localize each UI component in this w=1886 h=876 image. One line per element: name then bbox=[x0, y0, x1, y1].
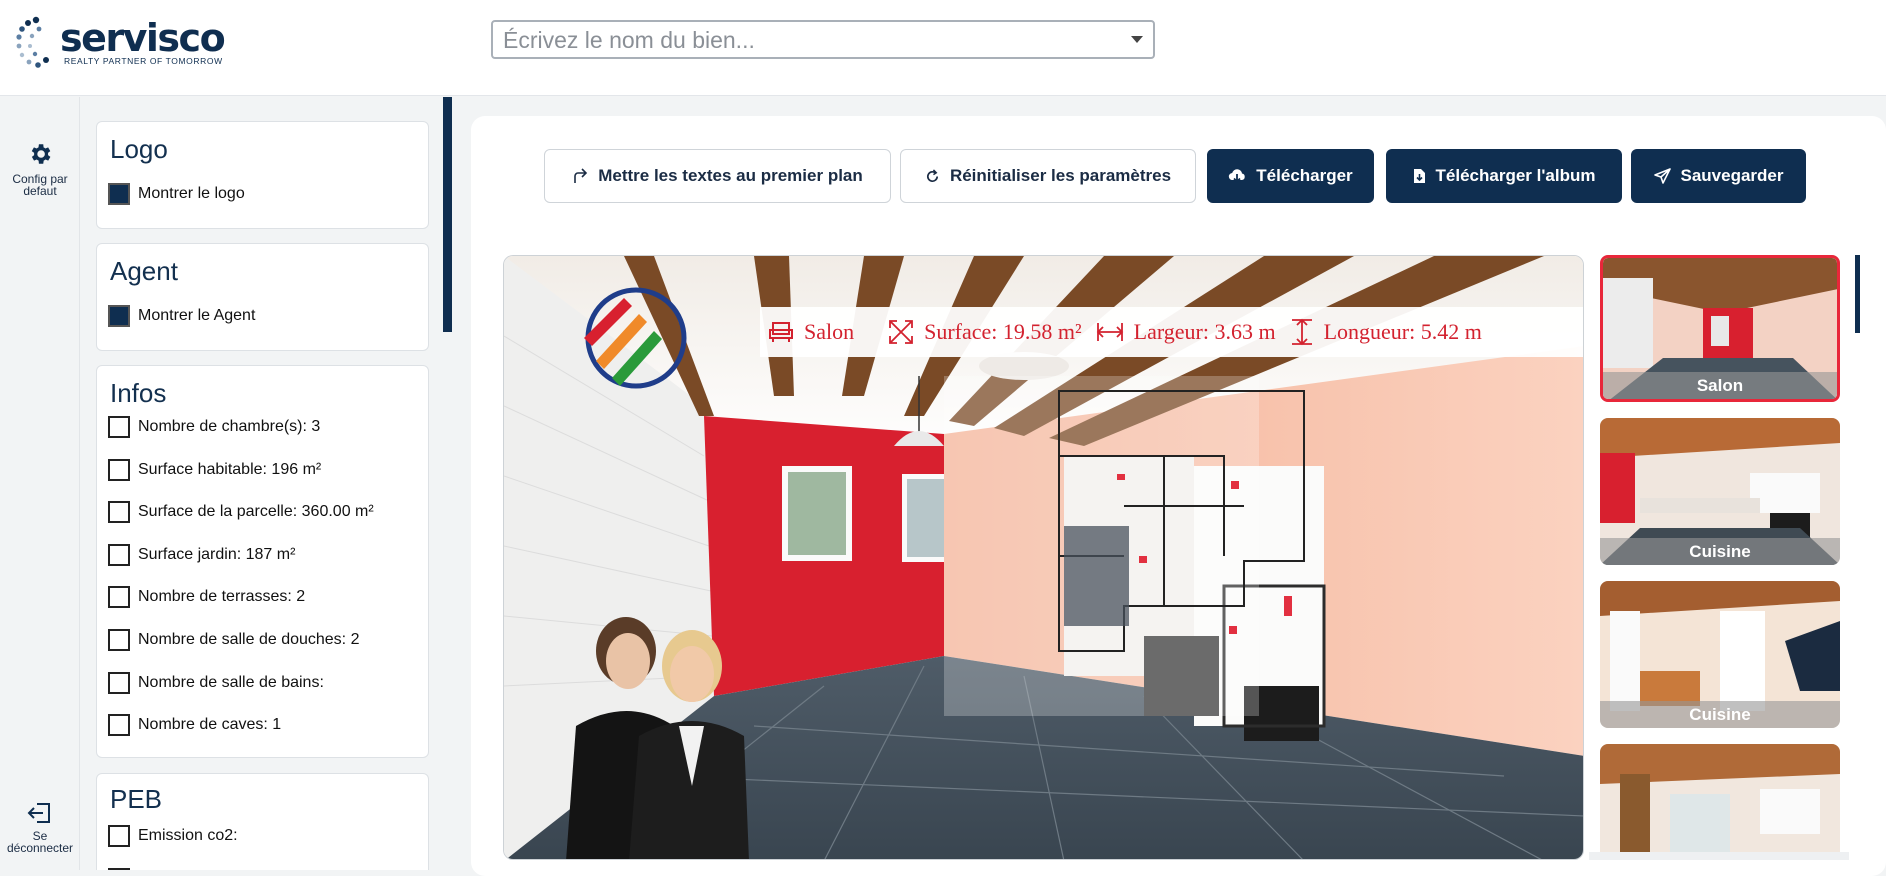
download-button[interactable]: Télécharger bbox=[1207, 149, 1374, 203]
thumbnail-card[interactable]: Cuisine bbox=[1600, 581, 1840, 728]
show-agent-checkbox[interactable] bbox=[108, 305, 130, 327]
forward-arrow-icon bbox=[574, 168, 588, 183]
peb-card-title: PEB bbox=[110, 784, 163, 814]
infos-card: Infos Nombre de chambre(s): 3 Surface ha… bbox=[96, 365, 429, 758]
logout-button[interactable]: Se déconnecter bbox=[0, 802, 80, 854]
info-checkbox[interactable] bbox=[108, 544, 130, 566]
logo-card: Logo Montrer le logo bbox=[96, 121, 429, 229]
settings-scrollbar[interactable] bbox=[443, 97, 452, 332]
logo-card-title: Logo bbox=[110, 134, 168, 164]
save-label: Sauvegarder bbox=[1680, 166, 1784, 185]
peb-item[interactable]: Emission co2: bbox=[108, 824, 238, 848]
thumbnail-card[interactable]: Cuisine bbox=[1600, 418, 1840, 565]
chevron-down-icon[interactable] bbox=[1131, 36, 1143, 43]
thumbnail-scrollbar[interactable] bbox=[1855, 255, 1860, 333]
agent-card: Agent Montrer le Agent bbox=[96, 243, 429, 351]
file-download-icon bbox=[1413, 169, 1425, 183]
send-icon bbox=[1653, 168, 1671, 184]
gear-icon bbox=[31, 144, 51, 164]
info-item[interactable]: Nombre de caves: 1 bbox=[108, 713, 281, 737]
config-default-label: Config par defaut bbox=[12, 172, 68, 198]
info-label: Nombre de salle de douches: 2 bbox=[138, 631, 360, 648]
property-search[interactable] bbox=[491, 20, 1155, 59]
icon-rail: Config par defaut Se déconnecter bbox=[0, 97, 80, 870]
info-label: Nombre de terrasses: 2 bbox=[138, 588, 306, 605]
photo-stage[interactable]: Salon Surface: 19.58 m² Largeur: 3.63 m … bbox=[503, 255, 1584, 860]
room-width-label: Largeur: 3.63 m bbox=[1133, 319, 1276, 344]
info-checkbox[interactable] bbox=[108, 672, 130, 694]
property-search-input[interactable] bbox=[503, 27, 1103, 53]
show-agent-option[interactable]: Montrer le Agent bbox=[108, 304, 255, 328]
thumbnail-card[interactable] bbox=[1600, 744, 1840, 855]
logout-label: Se déconnecter bbox=[6, 829, 74, 855]
peb-label: Emission co2: bbox=[138, 827, 238, 844]
agent-card-title: Agent bbox=[110, 256, 178, 286]
room-length: Longueur: 5.42 m bbox=[1290, 318, 1482, 346]
thumbnail-caption: Cuisine bbox=[1600, 538, 1840, 565]
info-label: Surface de la parcelle: 360.00 m² bbox=[138, 503, 374, 520]
bring-texts-front-label: Mettre les textes au premier plan bbox=[598, 166, 863, 185]
thumbnail-horizontal-scrollbar[interactable] bbox=[1589, 852, 1849, 860]
room-surface-label: Surface: 19.58 m² bbox=[924, 319, 1082, 344]
save-button[interactable]: Sauvegarder bbox=[1631, 149, 1806, 203]
info-label: Surface jardin: 187 m² bbox=[138, 546, 296, 563]
download-album-button[interactable]: Télécharger l'album bbox=[1386, 149, 1622, 203]
armchair-icon bbox=[769, 322, 793, 342]
reset-settings-label: Réinitialiser les paramètres bbox=[949, 166, 1172, 185]
info-item[interactable]: Surface de la parcelle: 360.00 m² bbox=[108, 500, 374, 524]
refresh-icon bbox=[926, 168, 938, 182]
peb-checkbox[interactable] bbox=[108, 825, 130, 847]
room-name: Salon bbox=[768, 319, 854, 345]
download-label: Télécharger bbox=[1256, 166, 1353, 185]
room-info-overlay[interactable]: Salon Surface: 19.58 m² Largeur: 3.63 m … bbox=[760, 307, 1583, 357]
expand-arrows-icon bbox=[889, 320, 914, 344]
download-album-label: Télécharger l'album bbox=[1435, 166, 1596, 185]
info-checkbox[interactable] bbox=[108, 714, 130, 736]
show-logo-option[interactable]: Montrer le logo bbox=[108, 182, 245, 206]
room-surface: Surface: 19.58 m² bbox=[888, 319, 1082, 345]
editor-panel: Mettre les textes au premier plan Réinit… bbox=[471, 116, 1886, 876]
room-width: Largeur: 3.63 m bbox=[1096, 319, 1276, 345]
show-logo-checkbox[interactable] bbox=[108, 183, 130, 205]
peb-card: PEB Emission co2: bbox=[96, 773, 429, 870]
bring-texts-front-button[interactable]: Mettre les textes au premier plan bbox=[544, 149, 891, 203]
info-label: Nombre de chambre(s): 3 bbox=[138, 418, 321, 435]
thumbnail-strip: Salon Cuisine Cuisine bbox=[1600, 255, 1840, 855]
info-checkbox[interactable] bbox=[108, 501, 130, 523]
top-header: servisco REALTY PARTNER OF TOMORROW bbox=[0, 0, 1886, 96]
info-item[interactable]: Surface habitable: 196 m² bbox=[108, 458, 321, 482]
config-default-button[interactable]: Config par defaut bbox=[0, 141, 80, 197]
thumbnail-caption: Salon bbox=[1603, 372, 1837, 399]
info-label: Nombre de salle de bains: bbox=[138, 674, 324, 691]
info-item[interactable]: Nombre de salle de bains: bbox=[108, 671, 324, 695]
settings-column: Logo Montrer le logo Agent Montrer le Ag… bbox=[81, 97, 443, 870]
show-logo-label: Montrer le logo bbox=[138, 185, 245, 202]
info-checkbox[interactable] bbox=[108, 459, 130, 481]
show-agent-label: Montrer le Agent bbox=[138, 307, 256, 324]
info-checkbox[interactable] bbox=[108, 629, 130, 651]
reset-settings-button[interactable]: Réinitialiser les paramètres bbox=[900, 149, 1196, 203]
logout-icon bbox=[27, 803, 50, 823]
infos-card-title: Infos bbox=[110, 378, 167, 408]
info-item[interactable]: Nombre de salle de douches: 2 bbox=[108, 628, 359, 652]
brand-name: servisco bbox=[60, 16, 226, 60]
info-item[interactable]: Nombre de terrasses: 2 bbox=[108, 585, 305, 609]
thumbnail-caption: Cuisine bbox=[1600, 701, 1840, 728]
servisco-logo[interactable]: servisco REALTY PARTNER OF TOMORROW bbox=[16, 16, 226, 70]
cloud-download-icon bbox=[1229, 169, 1246, 183]
horizontal-measure-icon bbox=[1096, 323, 1123, 341]
info-item[interactable]: Nombre de chambre(s): 3 bbox=[108, 415, 320, 439]
vertical-measure-icon bbox=[1291, 318, 1312, 346]
info-label: Surface habitable: 196 m² bbox=[138, 461, 322, 478]
brand-tagline: REALTY PARTNER OF TOMORROW bbox=[64, 56, 223, 66]
info-checkbox[interactable] bbox=[108, 416, 130, 438]
room-name-label: Salon bbox=[804, 319, 855, 344]
info-item[interactable]: Surface jardin: 187 m² bbox=[108, 543, 295, 567]
info-label: Nombre de caves: 1 bbox=[138, 716, 282, 733]
info-checkbox[interactable] bbox=[108, 586, 130, 608]
room-length-label: Longueur: 5.42 m bbox=[1323, 319, 1482, 344]
thumbnail-image bbox=[1600, 744, 1840, 855]
thumbnail-card[interactable]: Salon bbox=[1600, 255, 1840, 402]
logo-dots-icon bbox=[16, 16, 49, 68]
